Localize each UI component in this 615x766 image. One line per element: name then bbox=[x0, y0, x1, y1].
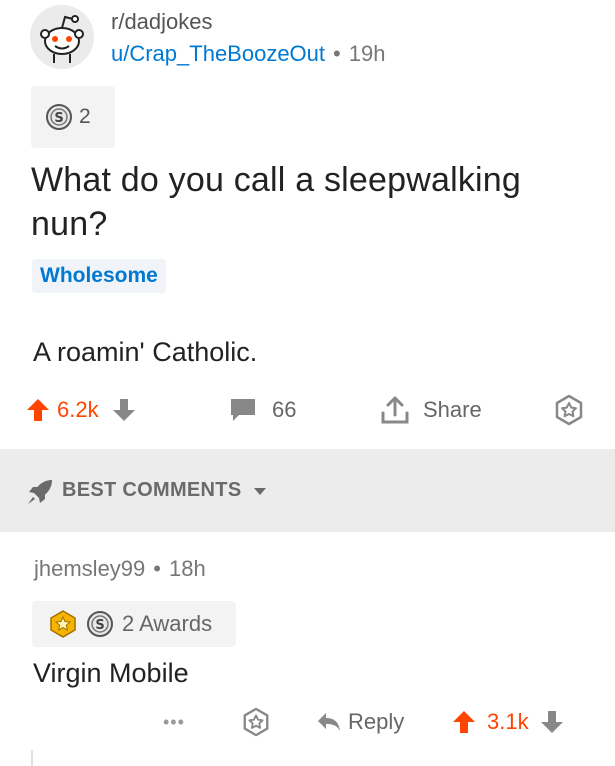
silver-award-icon: S bbox=[46, 104, 72, 130]
share-button[interactable]: Share bbox=[379, 388, 482, 432]
post-meta: u/Crap_TheBoozeOut • 19h bbox=[111, 41, 385, 67]
comment-icon bbox=[231, 399, 255, 421]
comment-count: 66 bbox=[272, 397, 297, 422]
post-awards[interactable]: S 2 bbox=[31, 86, 115, 148]
comment-score: 3.1k bbox=[487, 709, 529, 734]
comment-awards[interactable]: S 2 Awards bbox=[32, 601, 236, 647]
comment-age: 18h bbox=[168, 556, 206, 581]
comment-action-bar: ••• Reply 3.1k bbox=[0, 700, 615, 744]
comment-meta: jhemsley99 • 18h bbox=[34, 556, 206, 582]
reply-label: Reply bbox=[348, 709, 405, 734]
post-title[interactable]: What do you call a sleepwalking nun? bbox=[31, 158, 591, 246]
subreddit-name[interactable]: r/dadjokes bbox=[111, 9, 213, 35]
avatar[interactable] bbox=[30, 5, 94, 69]
post-action-bar: 6.2k 66 Share bbox=[0, 388, 615, 432]
comment-awards-label: 2 Awards bbox=[122, 611, 213, 636]
rocket-icon bbox=[28, 480, 52, 504]
post-body: A roamin' Catholic. bbox=[33, 337, 258, 367]
comment-give-award-button[interactable] bbox=[241, 700, 271, 744]
reply-icon bbox=[318, 713, 340, 731]
share-label: Share bbox=[423, 397, 482, 422]
silver-award-icon: S bbox=[87, 611, 113, 637]
upvote-icon[interactable] bbox=[25, 397, 51, 423]
reply-button[interactable]: Reply bbox=[316, 700, 404, 744]
comment-meta-separator: • bbox=[153, 556, 161, 581]
sort-label: BEST COMMENTS bbox=[62, 479, 242, 501]
thread-line bbox=[31, 750, 33, 766]
caret-down-icon bbox=[254, 488, 267, 495]
post-score: 6.2k bbox=[57, 397, 99, 422]
downvote-icon[interactable] bbox=[111, 397, 137, 423]
give-award-button[interactable] bbox=[553, 388, 585, 432]
helpful-award-icon bbox=[50, 610, 76, 638]
post-author[interactable]: u/Crap_TheBoozeOut bbox=[111, 41, 325, 66]
award-icon bbox=[243, 707, 269, 737]
comment-vote-group: 3.1k bbox=[451, 700, 565, 744]
award-icon bbox=[555, 394, 583, 426]
upvote-icon[interactable] bbox=[451, 709, 477, 735]
comments-button[interactable]: 66 bbox=[228, 388, 296, 432]
share-icon bbox=[381, 396, 409, 424]
meta-separator: • bbox=[333, 41, 341, 66]
post-vote-group: 6.2k bbox=[25, 388, 137, 432]
downvote-icon[interactable] bbox=[539, 709, 565, 735]
sort-dropdown[interactable]: BEST COMMENTS bbox=[62, 479, 267, 502]
comment-body: Virgin Mobile bbox=[33, 658, 189, 688]
post-age: 19h bbox=[348, 41, 386, 66]
post-award-count: 2 bbox=[79, 105, 91, 128]
svg-text:S: S bbox=[95, 618, 104, 633]
more-options-button[interactable]: ••• bbox=[163, 700, 185, 744]
post-flair[interactable]: Wholesome bbox=[32, 259, 166, 293]
comment-author[interactable]: jhemsley99 bbox=[34, 556, 145, 581]
svg-text:S: S bbox=[54, 111, 63, 126]
snoo-icon bbox=[30, 5, 94, 69]
